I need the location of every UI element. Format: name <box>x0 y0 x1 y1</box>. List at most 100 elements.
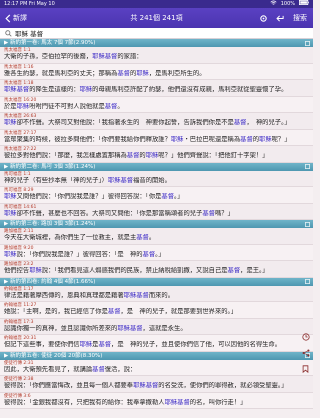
expand-icon <box>305 40 310 46</box>
book-group-label: ▶ 新約第三卷: 路加 3個 3節(1.24%) <box>4 221 96 227</box>
keyword-highlight: 基督 <box>117 69 130 77</box>
keyword-highlight: 耶穌 <box>16 102 30 110</box>
verse-row[interactable]: 使徒行傳 2:31 因此，大衛預先看見了，就講論基督復活，說： <box>0 359 313 376</box>
verse-row[interactable]: 馬太福音 27:22 彼拉多對他們說：「那麼，我怎樣處置那稱為基督的耶穌呢？」他們… <box>0 146 313 163</box>
group-header-icons <box>305 279 313 284</box>
keyword-highlight: 基督 <box>136 234 149 241</box>
verse-text: 耶穌卻不作聲，甚麼也不回答。大祭司又問他：「你是那當稱頌者的兒子基督嗎？」 <box>4 209 234 217</box>
verse-row[interactable]: 約翰福音 1:17 律法是藉著摩西傳的，恩典和真理都是藉著耶穌基督而來的。 <box>0 285 313 302</box>
keyword-highlight: 耶穌 <box>259 135 272 143</box>
verse-row[interactable]: 路加福音 23:2 他們控告耶穌說：「我們看見這人煽惑我們的民族，禁止納稅給凱撒，… <box>0 261 313 278</box>
book-group-label: ▶ 新約第二卷: 馬可 3個 3節(1.24%) <box>4 163 96 170</box>
verse-text: 耶穌又問他們說：「你們說我是誰？」彼得回答說：「你是基督。」 <box>4 193 184 200</box>
group-header-icons <box>305 221 313 227</box>
search-input[interactable] <box>15 29 309 37</box>
chevron-left-icon <box>5 13 11 23</box>
verse-text: 但記下這些事，要使你們信耶穌是基督，是 神的兒子，並且使你們信了他，可以因他的名… <box>4 341 282 348</box>
book-group-label: ▶ 新約第一卷: 馬太 7個 7節(2.90%) <box>4 40 96 46</box>
keyword-highlight: 耶穌基督 <box>164 398 190 406</box>
keyword-highlight: 耶穌基督 <box>123 291 149 299</box>
back-button[interactable]: 新譯 <box>0 13 90 23</box>
group-header-icons <box>305 164 313 169</box>
verse-row[interactable]: 馬太福音 1:16 雅各生約瑟，就是馬利亞的丈夫；那稱為基督的耶穌，是馬利亞所生的… <box>0 63 313 80</box>
bookmark-icon[interactable] <box>301 364 310 373</box>
keyword-highlight: 基督 <box>227 267 241 274</box>
verse-text: 他們控告耶穌說：「我們看見這人煽惑我們的民族，禁止納稅給凱撒，又說自己是基督，是… <box>4 267 269 274</box>
book-group-label: ▶ 新約第五卷: 使徒 20個 20節(8.30%) <box>4 352 103 359</box>
verse-text: 彼得說：「你們應當悔改，並且每一個人都要奉耶穌基督的名受洗，使你們的罪得赦，就必… <box>4 382 288 389</box>
verse-row[interactable]: 馬太福音 16:20 於是耶穌吩咐門徒不可對人說他就是基督。 <box>0 96 313 113</box>
wifi-icon <box>270 0 277 8</box>
verse-row[interactable]: 約翰福音 11:27 她說：「主啊，是的，我已經信了你是基督，是 神的兒子，就是那… <box>0 302 313 319</box>
book-group-header[interactable]: ▶ 新約第四卷: 約翰 4個 4節(1.66%) <box>0 277 313 286</box>
keyword-highlight: 耶穌 <box>4 193 17 200</box>
keyword-highlight: 耶穌 <box>136 69 149 77</box>
verse-row[interactable]: 馬可福音 1:1 神的兒子（有些抄本無「神的兒子」）耶穌基督福音的開始。 <box>0 170 313 187</box>
book-group-header[interactable]: ▶ 新約第五卷: 使徒 20個 20節(8.30%) <box>0 351 313 360</box>
expand-icon <box>305 221 310 227</box>
back-label: 新譯 <box>13 14 27 22</box>
verse-text: 耶穌基督的降生是這樣的：耶穌的母親馬利亞許配了約瑟，他們還沒有成親，馬利亞就從聖… <box>4 86 288 93</box>
book-group-header[interactable]: ▶ 新約第三卷: 路加 3個 3節(1.24%) <box>0 220 313 228</box>
verse-text: 今天在大衛城裡，為你們生了一位救主，就是主基督。 <box>4 234 156 241</box>
verse-row[interactable]: 馬可福音 8:29 耶穌又問他們說：「你們說我是誰？」彼得回答說：「你是基督。」 <box>0 187 313 204</box>
verse-row[interactable]: 馬太福音 1:1 大衛的子孫，亞伯拉罕的後裔，耶穌基督的家譜： <box>0 47 313 64</box>
keyword-highlight: 耶穌基督 <box>133 382 159 389</box>
expand-icon <box>305 164 310 169</box>
verse-row[interactable]: 使徒行傳 2:38 彼得說：「你們應當悔改，並且每一個人都要奉耶穌基督的名受洗，使… <box>0 376 313 393</box>
results-list[interactable]: ▶ 新約第一卷: 馬太 7個 7節(2.90%) 馬太福音 1:1 大衛的子孫，亞伯… <box>0 39 313 418</box>
keyword-highlight: 基督 <box>240 135 253 143</box>
verse-text: 彼得說：「金銀我都沒有，只把我有的給你：我奉拿撒勒人耶穌基督的名，叫你行走！」 <box>4 398 247 406</box>
verse-row[interactable]: 馬太福音 1:18 耶穌基督的降生是這樣的：耶穌的母親馬利亞許配了約瑟，他們還沒有… <box>0 80 313 97</box>
verse-text: 大衛的子孫，亞伯拉罕的後裔，耶穌基督的家譜： <box>4 53 143 60</box>
keyword-highlight: 基督 <box>126 152 140 159</box>
expand-icon <box>305 279 310 284</box>
verse-row[interactable]: 馬太福音 27:17 當眾聚集的時候，彼拉多問他們：「你們要我給你們釋放誰？耶穌・… <box>0 129 313 146</box>
verse-row[interactable]: 馬可福音 14:61 耶穌卻不作聲，甚麼也不回答。大祭司又問他：「你是那當稱頌者的… <box>0 203 313 220</box>
return-button[interactable] <box>276 15 285 22</box>
book-group-header[interactable]: ▶ 新約第一卷: 馬太 7個 7節(2.90%) <box>0 39 313 47</box>
keyword-highlight: 基督 <box>107 308 121 315</box>
keyword-highlight: 耶穌基督 <box>107 176 134 184</box>
keyword-highlight: 耶穌 <box>29 267 42 274</box>
keyword-highlight: 耶穌 <box>4 209 17 217</box>
verse-text: 她說：「主啊，是的，我已經信了你是基督，是 神的兒子，就是那要到世界來的。」 <box>4 308 237 315</box>
keyword-highlight: 耶穌基督 <box>117 324 143 332</box>
search-icon <box>4 29 12 37</box>
verse-row[interactable]: 路加福音 2:11 今天在大衛城裡，為你們生了一位救主，就是主基督。 <box>0 228 313 245</box>
battery-label: 100% <box>280 1 295 7</box>
search-bar <box>0 28 313 39</box>
keyword-highlight: 基督 <box>92 365 105 373</box>
verse-row[interactable]: 約翰福音 20:31 但記下這些事，要使你們信耶穌是基督，是 神的兒子，並且使你們… <box>0 335 313 352</box>
keyword-highlight: 耶穌 <box>79 341 93 348</box>
verse-row[interactable]: 使徒行傳 3:6 彼得說：「金銀我都沒有，只把我有的給你：我奉拿撒勒人耶穌基督的名… <box>0 392 313 409</box>
verse-row[interactable]: 約翰福音 17:3 認識你獨一的真神，並且認識你所差來的耶穌基督，這就是永生。 <box>0 318 313 335</box>
book-group-header[interactable]: ▶ 新約第二卷: 馬可 3個 3節(1.24%) <box>0 162 313 171</box>
keyword-highlight: 耶穌 <box>4 250 17 258</box>
page-title: 共 241個 241項 <box>130 14 183 22</box>
search-nav-label[interactable]: 搜索 <box>293 13 307 23</box>
share-icon[interactable] <box>301 348 310 357</box>
keyword-highlight: 耶穌基督 <box>4 86 30 93</box>
gear-icon[interactable] <box>259 14 268 23</box>
keyword-highlight: 基督 <box>104 102 118 110</box>
keyword-highlight: 基督 <box>161 193 175 200</box>
side-buttons <box>301 332 310 373</box>
verse-text: 神的兒子（有些抄本無「神的兒子」）耶穌基督福音的開始。 <box>4 176 171 184</box>
verse-row[interactable]: 路加福音 9:20 耶穌說：「你們說我是誰？」彼得回答：「是 神的基督。」 <box>0 244 313 261</box>
group-header-icons <box>305 40 313 46</box>
verse-text: 律法是藉著摩西傳的，恩典和真理都是藉著耶穌基督而來的。 <box>4 291 175 299</box>
verse-text: 於是耶穌吩咐門徒不可對人說他就是基督。 <box>4 102 124 110</box>
verse-text: 耶穌說：「你們說我是誰？」彼得回答：「是 神的基督。」 <box>4 250 165 258</box>
status-bar: 12:17 PM Fri May 10 100% <box>0 0 313 8</box>
status-time: 12:17 PM Fri May 10 <box>4 1 55 7</box>
verse-row[interactable]: 馬太福音 26:63 耶穌卻不作聲。大祭司又對他說：「我指著永生的 神要你起誓，告… <box>0 113 313 130</box>
keyword-highlight: 耶穌 <box>4 119 17 126</box>
keyword-highlight: 耶穌 <box>79 86 93 93</box>
keyword-highlight: 基督 <box>202 209 215 217</box>
verse-text: 因此，大衛預先看見了，就講論基督復活，說： <box>4 365 137 373</box>
verse-text: 當眾聚集的時候，彼拉多問他們：「你們要我給你們釋放誰？耶穌・巴拉巴呢還是稱為基督… <box>4 135 291 143</box>
verse-text: 彼拉多對他們說：「那麼，我怎樣處置那稱為基督的耶穌呢？」他們齊聲說：「把他釘十字… <box>4 152 269 159</box>
clock-icon[interactable] <box>301 332 310 341</box>
keyword-highlight: 基督 <box>233 119 247 126</box>
